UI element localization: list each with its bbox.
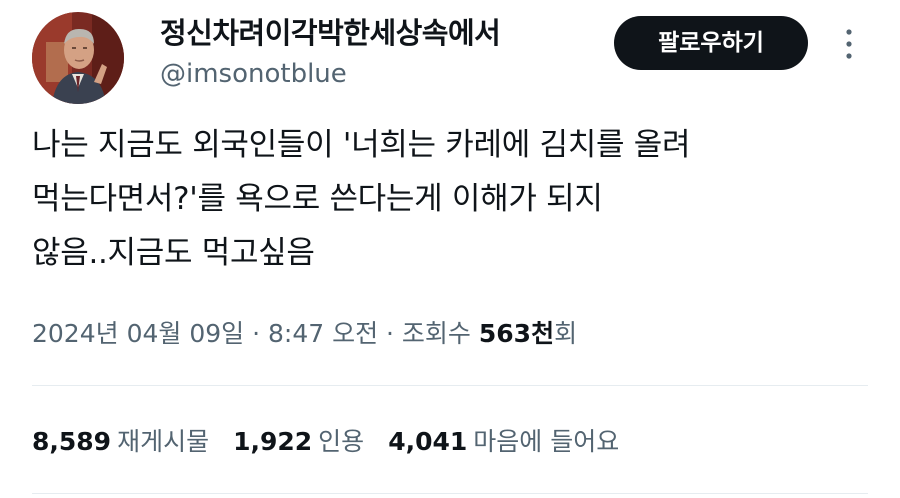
retweets-stat[interactable]: 8,589 재게시물: [32, 420, 209, 464]
author-handle[interactable]: @imsonotblue: [160, 57, 347, 91]
quotes-stat[interactable]: 1,922 인용: [233, 420, 364, 464]
author-display-name[interactable]: 정신차려이각박한세상속에서: [160, 14, 501, 52]
follow-button[interactable]: 팔로우하기: [614, 16, 808, 70]
meta-separator: ·: [378, 319, 402, 348]
tweet-date[interactable]: 2024년 04월 09일: [32, 319, 244, 348]
retweets-label: 재게시물: [117, 427, 210, 456]
likes-stat[interactable]: 4,041 마음에 들어요: [388, 420, 619, 464]
divider: [32, 385, 868, 386]
quotes-label: 인용: [318, 427, 365, 456]
likes-count: 4,041: [388, 427, 468, 456]
tweet-line: 나는 지금도 외국인들이 '너희는 카레에 김치를 올려: [32, 127, 691, 163]
more-vertical-icon[interactable]: [838, 24, 860, 64]
avatar[interactable]: [32, 12, 124, 104]
tweet-line: 먹는다면서?'를 욕으로 쓴다는게 이해가 되지: [32, 181, 603, 217]
tweet-time[interactable]: 8:47 오전: [268, 319, 378, 348]
divider: [32, 493, 868, 494]
engagement-stats: 8,589 재게시물 1,922 인용 4,041 마음에 들어요: [32, 420, 643, 464]
tweet-text: 나는 지금도 외국인들이 '너희는 카레에 김치를 올려 먹는다면서?'를 욕으…: [32, 118, 882, 280]
likes-label: 마음에 들어요: [473, 427, 620, 456]
tweet-meta: 2024년 04월 09일 · 8:47 오전 · 조회수 563천회: [32, 312, 577, 356]
meta-separator: ·: [244, 319, 268, 348]
avatar-photo: [32, 12, 124, 104]
retweets-count: 8,589: [32, 427, 112, 456]
views-count: 563천: [478, 319, 555, 348]
views-prefix: 조회수: [401, 319, 471, 348]
tweet-line: 않음..지금도 먹고싶음: [32, 235, 315, 271]
views-suffix: 회: [554, 319, 578, 348]
quotes-count: 1,922: [233, 427, 313, 456]
